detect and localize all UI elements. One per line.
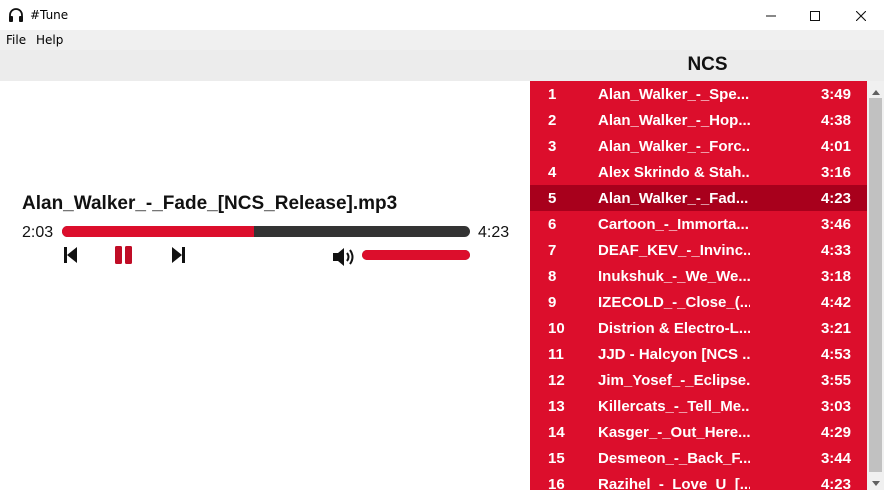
scroll-down-button[interactable] (867, 473, 884, 490)
track-number: 9 (548, 294, 557, 311)
next-icon (171, 245, 187, 269)
track-duration: 3:55 (820, 372, 851, 389)
track-name: Inukshuk_-_We_We... (598, 268, 750, 285)
playlist-row[interactable]: 15 Desmeon_-_Back_F... 3:44 (530, 445, 867, 471)
track-name: Alan_Walker_-_Forc... (598, 138, 750, 155)
volume-icon[interactable] (332, 246, 358, 268)
track-number: 14 (548, 424, 565, 441)
track-duration: 3:44 (820, 450, 851, 467)
maximize-button[interactable] (792, 0, 838, 30)
volume-slider[interactable] (362, 250, 470, 260)
track-duration: 4:38 (820, 112, 851, 129)
scroll-up-icon (871, 80, 880, 99)
track-duration: 3:03 (820, 398, 851, 415)
track-duration: 4:23 (820, 476, 851, 490)
playlist-scrollbar[interactable] (867, 81, 884, 490)
track-duration: 3:46 (820, 216, 851, 233)
close-button[interactable] (838, 0, 884, 30)
playlist-row[interactable]: 9 IZECOLD_-_Close_(... 4:42 (530, 289, 867, 315)
total-time: 4:23 (478, 224, 510, 241)
track-name: Desmeon_-_Back_F... (598, 450, 750, 467)
track-number: 6 (548, 216, 557, 233)
track-duration: 4:42 (820, 294, 851, 311)
playlist-row[interactable]: 10 Distrion & Electro-L... 3:21 (530, 315, 867, 341)
playlist-row[interactable]: 16 Razihel_-_Love_U_[... 4:23 (530, 471, 867, 490)
pause-icon (113, 245, 135, 269)
playlist-row[interactable]: 1 Alan_Walker_-_Spe... 3:49 (530, 81, 867, 107)
elapsed-time: 2:03 (22, 224, 54, 241)
track-name: Kasger_-_Out_Here... (598, 424, 750, 441)
playlist-title: NCS (687, 54, 728, 75)
track-number: 10 (548, 320, 565, 337)
track-name: IZECOLD_-_Close_(... (598, 294, 750, 311)
track-number: 3 (548, 138, 557, 155)
track-number: 2 (548, 112, 557, 129)
menu-help[interactable]: Help (36, 33, 63, 47)
playlist-row[interactable]: 7 DEAF_KEV_-_Invinc... 4:33 (530, 237, 867, 263)
track-duration: 3:16 (820, 164, 851, 181)
track-name: Jim_Yosef_-_Eclipse... (598, 372, 750, 389)
track-number: 11 (548, 346, 564, 363)
playlist-row[interactable]: 2 Alan_Walker_-_Hop... 4:38 (530, 107, 867, 133)
track-duration: 4:01 (820, 138, 851, 155)
playlist-row[interactable]: 4 Alex Skrindo & Stah... 3:16 (530, 159, 867, 185)
track-number: 8 (548, 268, 557, 285)
track-duration: 3:18 (820, 268, 851, 285)
track-number: 13 (548, 398, 565, 415)
track-name: Alan_Walker_-_Fad... (598, 190, 749, 207)
track-duration: 4:23 (820, 190, 851, 207)
now-playing-title: Alan_Walker_-_Fade_[NCS_Release].mp3 (22, 193, 398, 214)
track-name: Killercats_-_Tell_Me... (598, 398, 750, 415)
menu-file[interactable]: File (6, 33, 26, 47)
track-duration: 3:21 (820, 320, 851, 337)
track-duration: 4:53 (820, 346, 851, 363)
playlist-row[interactable]: 12 Jim_Yosef_-_Eclipse... 3:55 (530, 367, 867, 393)
track-name: Alan_Walker_-_Hop... (598, 112, 750, 129)
track-duration: 4:33 (820, 242, 851, 259)
track-name: Alan_Walker_-_Spe... (598, 86, 750, 103)
track-number: 12 (548, 372, 565, 389)
playlist-row[interactable]: 14 Kasger_-_Out_Here... 4:29 (530, 419, 867, 445)
playlist-row[interactable]: 6 Cartoon_-_Immorta... 3:46 (530, 211, 867, 237)
track-name: Cartoon_-_Immorta... (598, 216, 749, 233)
playlist-row[interactable]: 13 Killercats_-_Tell_Me... 3:03 (530, 393, 867, 419)
close-icon (855, 6, 867, 25)
playlist-row[interactable]: 3 Alan_Walker_-_Forc... 4:01 (530, 133, 867, 159)
player-panel (0, 81, 530, 490)
previous-button[interactable] (59, 246, 81, 268)
playlist-row[interactable]: 5 Alan_Walker_-_Fad... 4:23 (530, 185, 867, 211)
window-title: #Tune (30, 8, 69, 22)
title-bar: #Tune (0, 0, 884, 30)
track-name: Razihel_-_Love_U_[... (598, 476, 750, 490)
maximize-icon (810, 6, 820, 25)
track-number: 1 (548, 86, 557, 103)
playlist: 1 Alan_Walker_-_Spe... 3:49 2 Alan_Walker_-_… (530, 81, 867, 490)
track-name: Alex Skrindo & Stah... (598, 164, 750, 181)
scroll-thumb[interactable] (869, 98, 882, 472)
seek-bar-fill (62, 226, 254, 237)
minimize-button[interactable] (748, 0, 794, 30)
pause-button[interactable] (113, 246, 135, 268)
track-number: 7 (548, 242, 557, 259)
previous-icon (62, 245, 78, 269)
track-number: 4 (548, 164, 557, 181)
playlist-row[interactable]: 11 JJD - Halcyon [NCS ... 4:53 (530, 341, 867, 367)
track-name: DEAF_KEV_-_Invinc... (598, 242, 750, 259)
track-duration: 3:49 (820, 86, 851, 103)
menu-bar: File Help (0, 30, 884, 50)
headphones-icon (8, 7, 24, 23)
playlist-row[interactable]: 8 Inukshuk_-_We_We... 3:18 (530, 263, 867, 289)
track-number: 15 (548, 450, 565, 467)
scroll-up-button[interactable] (867, 81, 884, 98)
seek-bar[interactable] (62, 226, 470, 237)
track-duration: 4:29 (820, 424, 851, 441)
track-number: 5 (548, 190, 557, 207)
volume-slider-fill (362, 250, 470, 260)
track-name: JJD - Halcyon [NCS ... (598, 346, 750, 363)
minimize-icon (766, 6, 776, 25)
track-number: 16 (548, 476, 565, 490)
track-name: Distrion & Electro-L... (598, 320, 750, 337)
scroll-down-icon (871, 472, 880, 491)
next-button[interactable] (168, 246, 190, 268)
